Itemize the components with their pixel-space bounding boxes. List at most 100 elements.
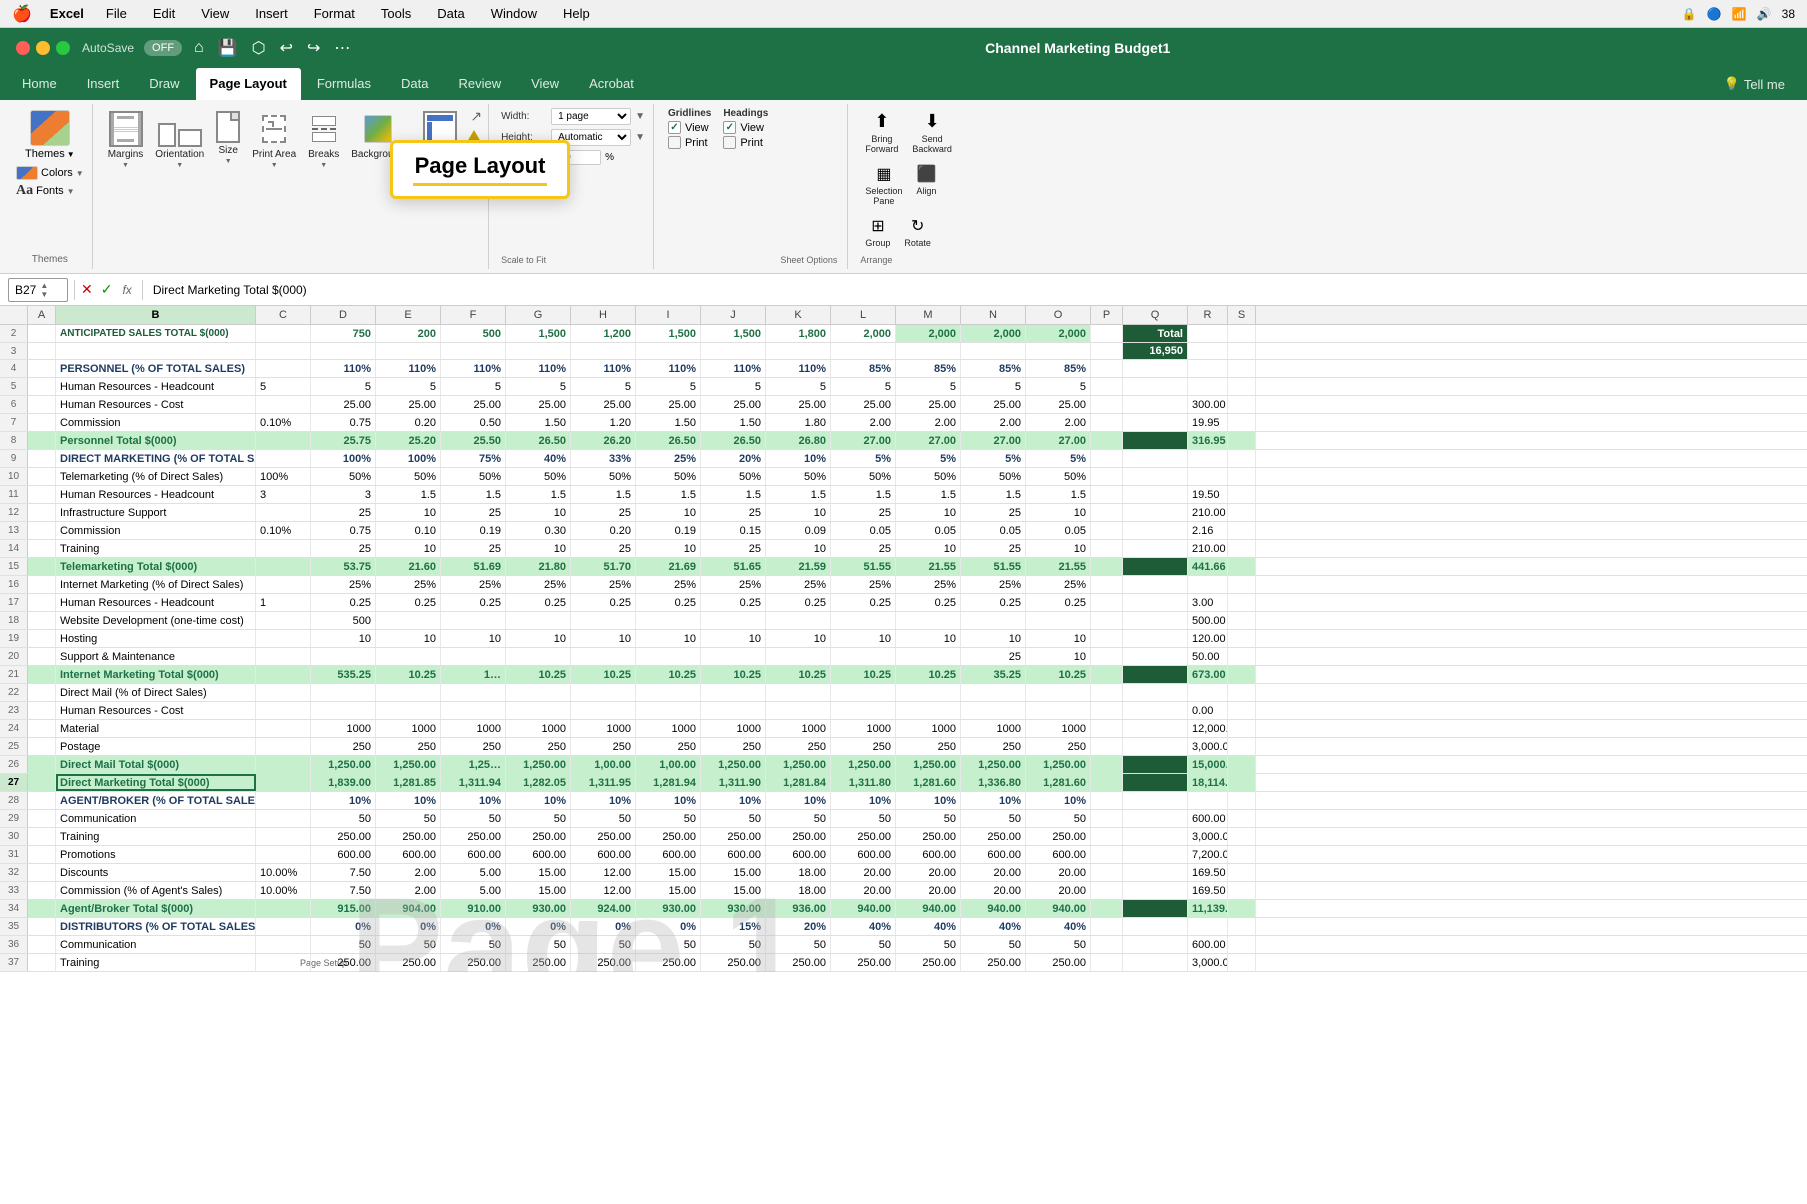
cell-d10[interactable]: 50%	[311, 468, 376, 485]
cell-e2[interactable]: 200	[376, 325, 441, 342]
cell-d23[interactable]	[311, 702, 376, 719]
cell-i13[interactable]: 0.19	[636, 522, 701, 539]
cell-j15[interactable]: 51.65	[701, 558, 766, 575]
cell-m11[interactable]: 1.5	[896, 486, 961, 503]
cell-j8[interactable]: 26.50	[701, 432, 766, 449]
col-header-g[interactable]: G	[506, 306, 571, 324]
cell-r11[interactable]: 19.50	[1188, 486, 1228, 503]
cell-j26[interactable]: 1,250.00	[701, 756, 766, 773]
cell-k29[interactable]: 50	[766, 810, 831, 827]
row-num-4[interactable]: 4	[0, 360, 28, 377]
cell-e9[interactable]: 100%	[376, 450, 441, 467]
cell-l13[interactable]: 0.05	[831, 522, 896, 539]
cell-r26[interactable]: 15,000.00	[1188, 756, 1228, 773]
cell-m25[interactable]: 250	[896, 738, 961, 755]
cell-k12[interactable]: 10	[766, 504, 831, 521]
row-num-31[interactable]: 31	[0, 846, 28, 863]
cell-l7[interactable]: 2.00	[831, 414, 896, 431]
selection-pane-button[interactable]: ▦ SelectionPane	[860, 161, 907, 209]
cell-d24[interactable]: 1000	[311, 720, 376, 737]
cell-d29[interactable]: 50	[311, 810, 376, 827]
cell-g27[interactable]: 1,282.05	[506, 774, 571, 791]
cell-n26[interactable]: 1,250.00	[961, 756, 1026, 773]
cell-j18[interactable]	[701, 612, 766, 629]
cell-k32[interactable]: 18.00	[766, 864, 831, 881]
cell-o10[interactable]: 50%	[1026, 468, 1091, 485]
cell-l32[interactable]: 20.00	[831, 864, 896, 881]
cell-c11[interactable]: 3	[256, 486, 311, 503]
cell-n34[interactable]: 940.00	[961, 900, 1026, 917]
cell-q2[interactable]: Total	[1123, 325, 1188, 342]
autosave-toggle[interactable]: OFF	[144, 40, 182, 56]
cell-a12[interactable]	[28, 504, 56, 521]
cell-m30[interactable]: 250.00	[896, 828, 961, 845]
cell-f28[interactable]: 10%	[441, 792, 506, 809]
cell-m2[interactable]: 2,000	[896, 325, 961, 342]
cell-j32[interactable]: 15.00	[701, 864, 766, 881]
cell-i22[interactable]	[636, 684, 701, 701]
cell-f19[interactable]: 10	[441, 630, 506, 647]
cell-e35[interactable]: 0%	[376, 918, 441, 935]
cell-m12[interactable]: 10	[896, 504, 961, 521]
cell-a19[interactable]	[28, 630, 56, 647]
cell-j16[interactable]: 25%	[701, 576, 766, 593]
cell-d35[interactable]: 0%	[311, 918, 376, 935]
tab-draw[interactable]: Draw	[135, 68, 193, 100]
cell-h28[interactable]: 10%	[571, 792, 636, 809]
cell-e29[interactable]: 50	[376, 810, 441, 827]
cell-g14[interactable]: 10	[506, 540, 571, 557]
cell-p32[interactable]	[1091, 864, 1123, 881]
col-header-o[interactable]: O	[1026, 306, 1091, 324]
cell-h10[interactable]: 50%	[571, 468, 636, 485]
col-header-q[interactable]: Q	[1123, 306, 1188, 324]
cell-q5[interactable]	[1123, 378, 1188, 395]
cell-g33[interactable]: 15.00	[506, 882, 571, 899]
cell-s30[interactable]	[1228, 828, 1256, 845]
cell-o25[interactable]: 250	[1026, 738, 1091, 755]
cell-j27[interactable]: 1,311.90	[701, 774, 766, 791]
cell-e16[interactable]: 25%	[376, 576, 441, 593]
cell-s24[interactable]	[1228, 720, 1256, 737]
cell-l37[interactable]: 250.00	[831, 954, 896, 971]
breaks-button[interactable]: Breaks ▼	[303, 108, 344, 172]
cell-c4[interactable]	[256, 360, 311, 377]
cell-k5[interactable]: 5	[766, 378, 831, 395]
cell-m18[interactable]	[896, 612, 961, 629]
cell-f37[interactable]: 250.00	[441, 954, 506, 971]
cell-d6[interactable]: 25.00	[311, 396, 376, 413]
row-num-17[interactable]: 17	[0, 594, 28, 611]
cell-f31[interactable]: 600.00	[441, 846, 506, 863]
cell-d9[interactable]: 100%	[311, 450, 376, 467]
cell-h2[interactable]: 1,200	[571, 325, 636, 342]
cell-d12[interactable]: 25	[311, 504, 376, 521]
cell-r13[interactable]: 2.16	[1188, 522, 1228, 539]
cell-i36[interactable]: 50	[636, 936, 701, 953]
cell-q10[interactable]	[1123, 468, 1188, 485]
cell-r20[interactable]: 50.00	[1188, 648, 1228, 665]
gridlines-view-checkbox[interactable]	[668, 121, 681, 134]
cell-n33[interactable]: 20.00	[961, 882, 1026, 899]
cell-s5[interactable]	[1228, 378, 1256, 395]
cell-h24[interactable]: 1000	[571, 720, 636, 737]
row-num-29[interactable]: 29	[0, 810, 28, 827]
cell-b29[interactable]: Communication	[56, 810, 256, 827]
cell-j3[interactable]	[701, 343, 766, 359]
cell-h34[interactable]: 924.00	[571, 900, 636, 917]
cell-d18[interactable]: 500	[311, 612, 376, 629]
cell-i34[interactable]: 930.00	[636, 900, 701, 917]
cell-e17[interactable]: 0.25	[376, 594, 441, 611]
cell-i37[interactable]: 250.00	[636, 954, 701, 971]
cell-c6[interactable]	[256, 396, 311, 413]
col-header-i[interactable]: I	[636, 306, 701, 324]
cell-p21[interactable]	[1091, 666, 1123, 683]
cell-d34[interactable]: 915.00	[311, 900, 376, 917]
row-num-12[interactable]: 12	[0, 504, 28, 521]
row-num-34[interactable]: 34	[0, 900, 28, 917]
cell-l8[interactable]: 27.00	[831, 432, 896, 449]
cell-b31[interactable]: Promotions	[56, 846, 256, 863]
cell-r22[interactable]	[1188, 684, 1228, 701]
cell-s17[interactable]	[1228, 594, 1256, 611]
cell-c30[interactable]	[256, 828, 311, 845]
align-button[interactable]: ⬛ Align	[911, 161, 941, 209]
col-header-c[interactable]: C	[256, 306, 311, 324]
